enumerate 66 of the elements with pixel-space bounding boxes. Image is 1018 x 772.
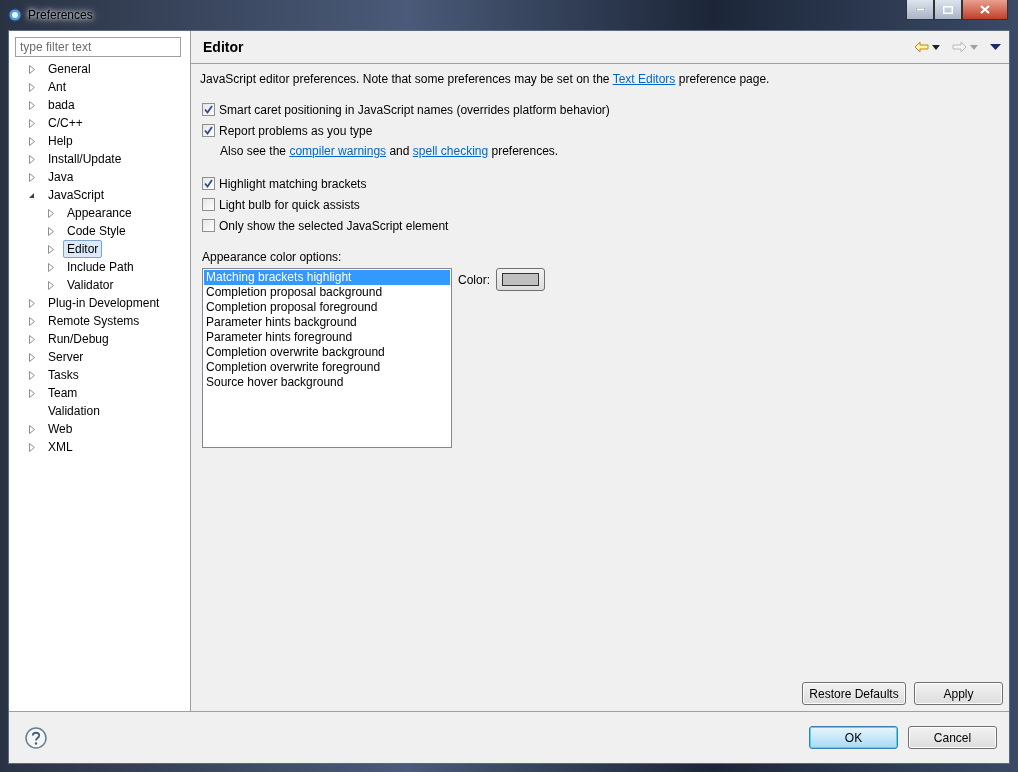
- tree-item[interactable]: Editor: [63, 240, 103, 258]
- tree-item[interactable]: Team: [44, 384, 82, 402]
- tree-item[interactable]: Include Path: [63, 258, 138, 276]
- filter-field[interactable]: type filter text: [15, 37, 181, 57]
- checkbox-label: Highlight matching brackets: [219, 176, 367, 191]
- tree-item[interactable]: Server: [44, 348, 88, 366]
- page-title: Editor: [203, 39, 244, 55]
- close-button[interactable]: [962, 0, 1008, 20]
- list-item[interactable]: Completion overwrite background: [204, 345, 450, 360]
- tree-item[interactable]: Validator: [63, 276, 118, 294]
- list-item[interactable]: Source hover background: [204, 375, 450, 390]
- list-item[interactable]: Completion proposal foreground: [204, 300, 450, 315]
- checkbox-label: Light bulb for quick assists: [219, 197, 360, 212]
- checkbox[interactable]: [202, 103, 215, 116]
- tree-item[interactable]: Ant: [44, 78, 70, 96]
- checkbox[interactable]: [202, 219, 215, 232]
- list-item[interactable]: Completion overwrite foreground: [204, 360, 450, 375]
- checkbox-label: Smart caret positioning in JavaScript names (overrides platform behavior): [219, 102, 610, 117]
- tree-item[interactable]: Plug-in Development: [44, 294, 164, 312]
- link[interactable]: compiler warnings: [289, 144, 387, 158]
- app-icon: [8, 8, 22, 22]
- minimize-button[interactable]: [906, 0, 934, 20]
- tree-item[interactable]: Web: [44, 420, 77, 438]
- window-title: Preferences: [28, 8, 93, 22]
- tree-item[interactable]: bada: [44, 96, 79, 114]
- tree-item[interactable]: XML: [44, 438, 77, 456]
- maximize-button[interactable]: [934, 0, 962, 20]
- tree-item[interactable]: Validation: [44, 402, 104, 420]
- list-item[interactable]: Completion proposal background: [204, 285, 450, 300]
- dialog-button[interactable]: Cancel: [908, 726, 997, 749]
- tree-item[interactable]: Run/Debug: [44, 330, 113, 348]
- expanded-arrow-icon[interactable]: [28, 191, 35, 199]
- page-button[interactable]: Restore Defaults: [802, 682, 906, 705]
- tree-item[interactable]: General: [44, 60, 95, 78]
- description-text: JavaScript editor preferences. Note that some preferences may be set on the Text Editors preference page.: [200, 72, 771, 86]
- note-text: Also see the compiler warnings and spell checking preferences.: [219, 143, 560, 160]
- tree-item[interactable]: JavaScript: [44, 186, 109, 204]
- checkbox[interactable]: [202, 198, 215, 211]
- tree-item[interactable]: C/C++: [44, 114, 87, 132]
- tree-item[interactable]: Remote Systems: [44, 312, 144, 330]
- minimize-icon: [915, 8, 925, 11]
- tree-item[interactable]: Code Style: [63, 222, 130, 240]
- tree-item[interactable]: Java: [44, 168, 78, 186]
- checkbox[interactable]: [202, 124, 215, 137]
- checkbox-label: Report problems as you type: [219, 123, 373, 138]
- dialog-button[interactable]: OK: [809, 726, 898, 749]
- help-icon[interactable]: [25, 726, 47, 749]
- checkbox-label: Only show the selected JavaScript element: [219, 218, 449, 233]
- color-label: Color:: [458, 273, 490, 287]
- list-item[interactable]: Parameter hints background: [204, 315, 450, 330]
- close-icon: [980, 5, 990, 14]
- color-picker-button[interactable]: [496, 268, 545, 291]
- section-label: Appearance color options:: [202, 250, 343, 264]
- tree-item[interactable]: Appearance: [63, 204, 136, 222]
- link[interactable]: spell checking: [412, 144, 489, 158]
- view-menu-icon[interactable]: [990, 44, 1001, 50]
- link[interactable]: Text Editors: [612, 72, 676, 86]
- tree-item[interactable]: Help: [44, 132, 77, 150]
- tree-item[interactable]: Tasks: [44, 366, 83, 384]
- tree-item[interactable]: Install/Update: [44, 150, 126, 168]
- dropdown-icon[interactable]: [932, 44, 940, 50]
- checkbox[interactable]: [202, 177, 215, 190]
- list-item[interactable]: Parameter hints foreground: [204, 330, 450, 345]
- forward-arrow-icon[interactable]: [952, 41, 967, 53]
- maximize-icon: [943, 5, 953, 14]
- page-button[interactable]: Apply: [914, 682, 1003, 705]
